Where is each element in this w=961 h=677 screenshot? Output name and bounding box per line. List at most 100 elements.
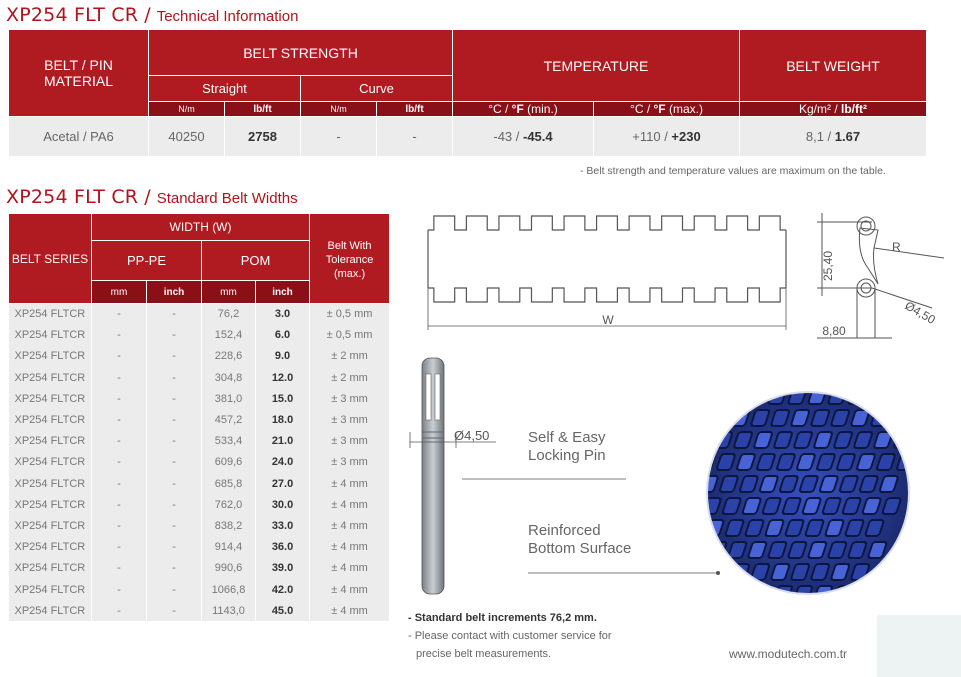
cell-pp-mm: -: [91, 578, 147, 601]
unit-straight-lbft: lb/ft: [224, 101, 301, 117]
cell-straight-nm: 40250: [148, 116, 225, 157]
tech-title-sep: /: [138, 4, 157, 26]
cell-tol: ± 4 mm: [309, 557, 391, 579]
cell-tol: ± 2 mm: [309, 367, 391, 389]
cell-tol: ± 0,5 mm: [309, 303, 391, 325]
cell-pp-inch: -: [146, 600, 202, 622]
cell-series: XP254 FLTCR: [8, 473, 92, 495]
unit-pom-inch: inch: [254, 280, 311, 304]
cell-weight: 8,1 / 1.67: [739, 116, 927, 157]
cell-pp-mm: -: [91, 536, 147, 558]
cell-material: Acetal / PA6: [8, 116, 149, 157]
cell-pom-inch: 36.0: [255, 536, 311, 558]
unit-temp-min: °C / °F (min.): [452, 101, 594, 117]
cell-series: XP254 FLTCR: [8, 367, 92, 389]
cell-series: XP254 FLTCR: [8, 451, 92, 473]
cell-pp-inch: -: [146, 409, 202, 431]
cell-pom-mm: 685,8: [201, 473, 256, 495]
cell-series: XP254 FLTCR: [8, 430, 92, 452]
cell-pp-inch: -: [146, 303, 202, 325]
cell-tol: ± 4 mm: [309, 600, 391, 622]
cell-tol: ± 4 mm: [309, 578, 391, 601]
header-belt-strength: BELT STRENGTH: [148, 29, 453, 76]
header-belt-weight: BELT WEIGHT: [739, 29, 927, 102]
cell-pom-mm: 304,8: [201, 367, 256, 389]
cell-pom-mm: 1143,0: [201, 600, 256, 622]
cell-series: XP254 FLTCR: [8, 536, 92, 558]
widths-title-sep: /: [138, 186, 157, 208]
cell-pom-mm: 914,4: [201, 536, 256, 558]
header-width: WIDTH (W): [90, 213, 311, 241]
cell-pom-mm: 609,6: [201, 451, 256, 473]
unit-pp-inch: inch: [146, 280, 202, 304]
cell-tol: ± 3 mm: [309, 409, 391, 431]
cell-tol: ± 2 mm: [309, 345, 391, 368]
dimension-w: W: [602, 313, 614, 327]
increments-note: - Standard belt increments 76,2 mm.: [408, 612, 597, 624]
header-curve: Curve: [300, 75, 453, 102]
cell-pom-mm: 381,0: [201, 388, 256, 410]
dimension-pitch: 8,80: [822, 324, 846, 338]
belt-widths-table: BELT SERIES WIDTH (W) Belt With Toleranc…: [8, 213, 391, 622]
cell-pp-inch: -: [146, 388, 202, 410]
table-row: XP254 FLTCR - -304,8 12.0 ± 2 mm: [8, 367, 391, 389]
header-pom: POM: [200, 240, 311, 281]
cell-pp-mm: -: [91, 430, 147, 452]
header-straight: Straight: [148, 75, 301, 102]
tech-info-title: XP254 FLT CR / Technical Information: [6, 4, 298, 26]
cell-pom-mm: 228,6: [201, 345, 256, 368]
widths-title: XP254 FLT CR / Standard Belt Widths: [6, 186, 298, 208]
cell-pom-inch: 15.0: [255, 388, 311, 410]
cell-pp-inch: -: [146, 557, 202, 579]
belt-bottom-edge: [428, 287, 786, 303]
table-row: XP254 FLTCR - -533,4 21.0 ± 3 mm: [8, 430, 391, 452]
surface-label-line1: Reinforced: [528, 522, 601, 539]
cell-pom-mm: 990,6: [201, 557, 256, 579]
cell-curve-lbft: -: [376, 116, 453, 157]
cell-tol: ± 0,5 mm: [309, 324, 391, 346]
cell-pom-mm: 457,2: [201, 409, 256, 431]
cell-pp-mm: -: [91, 451, 147, 473]
cell-series: XP254 FLTCR: [8, 494, 92, 516]
cell-pom-mm: 533,4: [201, 430, 256, 452]
unit-weight: Kg/m² / lb/ft²: [739, 101, 927, 117]
cell-pp-mm: -: [91, 473, 147, 495]
table-row: XP254 FLTCR - -762,0 30.0 ± 4 mm: [8, 494, 391, 516]
dimension-hole: Ø4,50: [903, 298, 939, 327]
table-row: XP254 FLTCR - -838,2 33.0 ± 4 mm: [8, 515, 391, 537]
cell-temp-max: +110 / +230: [593, 116, 740, 157]
cell-tol: ± 4 mm: [309, 536, 391, 558]
table-row: XP254 FLTCR - -609,6 24.0 ± 3 mm: [8, 451, 391, 473]
cell-pp-inch: -: [146, 578, 202, 601]
cell-pp-mm: -: [91, 494, 147, 516]
website-link[interactable]: www.modutech.com.tr: [729, 647, 847, 661]
cell-tol: ± 3 mm: [309, 388, 391, 410]
contact-note-line1: - Please contact with customer service f…: [408, 630, 612, 642]
belt-top-edge: [428, 215, 786, 231]
cell-pom-inch: 9.0: [255, 345, 311, 368]
cell-pp-mm: -: [91, 388, 147, 410]
cell-pom-inch: 6.0: [255, 324, 311, 346]
cell-pom-mm: 76,2: [201, 303, 256, 325]
cell-pp-inch: -: [146, 473, 202, 495]
table-row: XP254 FLTCR - -1143,0 45.0 ± 4 mm: [8, 600, 391, 622]
cell-pom-mm: 152,4: [201, 324, 256, 346]
table-row: XP254 FLTCR - -914,4 36.0 ± 4 mm: [8, 536, 391, 558]
pin-label: Self & Easy Locking Pin: [528, 429, 606, 465]
cell-pom-mm: 762,0: [201, 494, 256, 516]
header-belt-series: BELT SERIES: [8, 213, 92, 304]
widths-title-code: XP254 FLT CR: [6, 186, 139, 208]
cell-pp-mm: -: [91, 367, 147, 389]
cell-pp-inch: -: [146, 367, 202, 389]
cell-tol: ± 4 mm: [309, 515, 391, 537]
cell-pom-mm: 1066,8: [201, 578, 256, 601]
contact-note-line2: precise belt measurements.: [416, 648, 552, 660]
unit-curve-nm: N/m: [300, 101, 377, 117]
cell-pp-mm: -: [91, 324, 147, 346]
cell-series: XP254 FLTCR: [8, 345, 92, 368]
cell-series: XP254 FLTCR: [8, 557, 92, 579]
table-row: XP254 FLTCR - -1066,8 42.0 ± 4 mm: [8, 578, 391, 601]
header-temperature: TEMPERATURE: [452, 29, 740, 102]
cell-pom-inch: 18.0: [255, 409, 311, 431]
cell-pom-inch: 3.0: [255, 303, 311, 325]
